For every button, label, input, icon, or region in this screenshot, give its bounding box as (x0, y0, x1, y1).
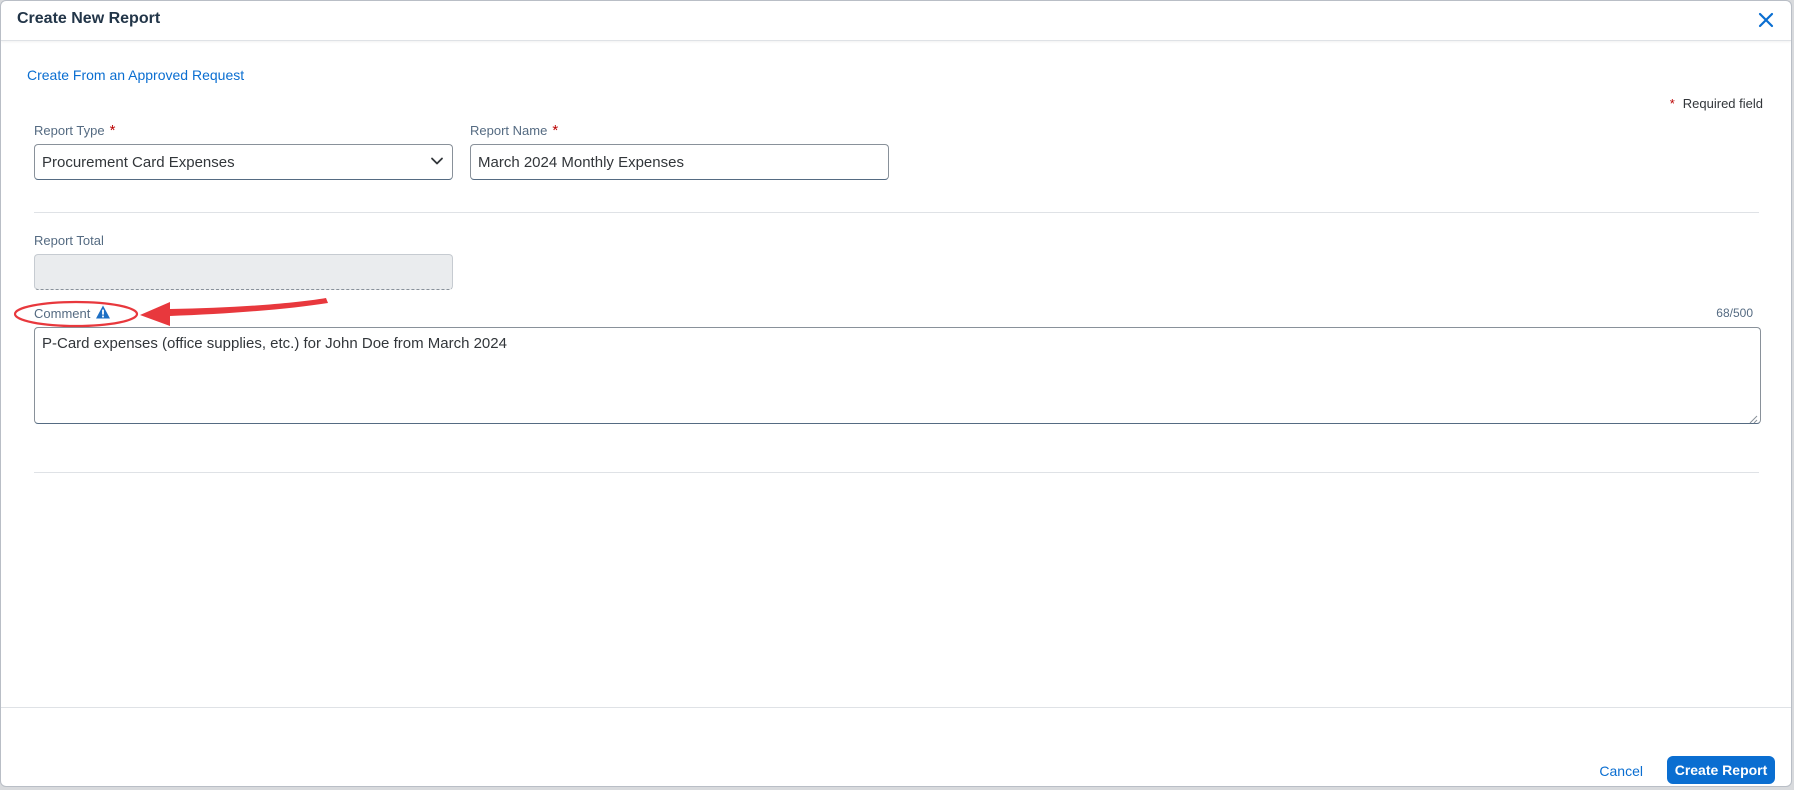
create-report-dialog: Create New Report Create From an Approve… (0, 0, 1792, 787)
report-name-value: March 2024 Monthly Expenses (478, 153, 684, 171)
create-from-approved-request-link[interactable]: Create From an Approved Request (27, 67, 244, 83)
comment-char-counter: 68/500 (1716, 306, 1753, 320)
comment-value: P-Card expenses (office supplies, etc.) … (42, 335, 507, 352)
close-icon[interactable] (1755, 9, 1777, 31)
section-divider (34, 212, 1759, 213)
warning-info-icon[interactable] (95, 304, 111, 320)
comment-textarea[interactable]: P-Card expenses (office supplies, etc.) … (34, 327, 1761, 424)
report-name-required-star: * (552, 122, 559, 139)
section-divider-bottom (34, 472, 1759, 473)
resize-grip-icon[interactable] (1748, 411, 1758, 424)
report-type-required-star: * (109, 122, 116, 139)
cancel-button[interactable]: Cancel (1591, 758, 1651, 784)
comment-label: Comment (34, 306, 91, 321)
required-field-text: Required field (1682, 96, 1763, 111)
report-type-value: Procurement Card Expenses (42, 153, 235, 171)
dialog-header: Create New Report (1, 1, 1791, 41)
dialog-footer: Cancel Create Report (1, 707, 1791, 786)
report-total-field (34, 254, 453, 290)
dialog-title: Create New Report (17, 10, 161, 27)
report-type-select[interactable]: Procurement Card Expenses (34, 144, 453, 180)
required-field-note: * Required field (1670, 96, 1763, 111)
report-total-label: Report Total (34, 233, 104, 248)
report-name-label: Report Name * (470, 122, 558, 139)
report-type-label: Report Type * (34, 122, 115, 139)
create-report-button[interactable]: Create Report (1667, 756, 1775, 784)
report-type-label-text: Report Type (34, 123, 105, 138)
required-star: * (1669, 96, 1675, 111)
chevron-down-icon[interactable] (430, 154, 444, 168)
report-name-label-text: Report Name (470, 123, 548, 138)
report-name-input[interactable]: March 2024 Monthly Expenses (470, 144, 889, 180)
